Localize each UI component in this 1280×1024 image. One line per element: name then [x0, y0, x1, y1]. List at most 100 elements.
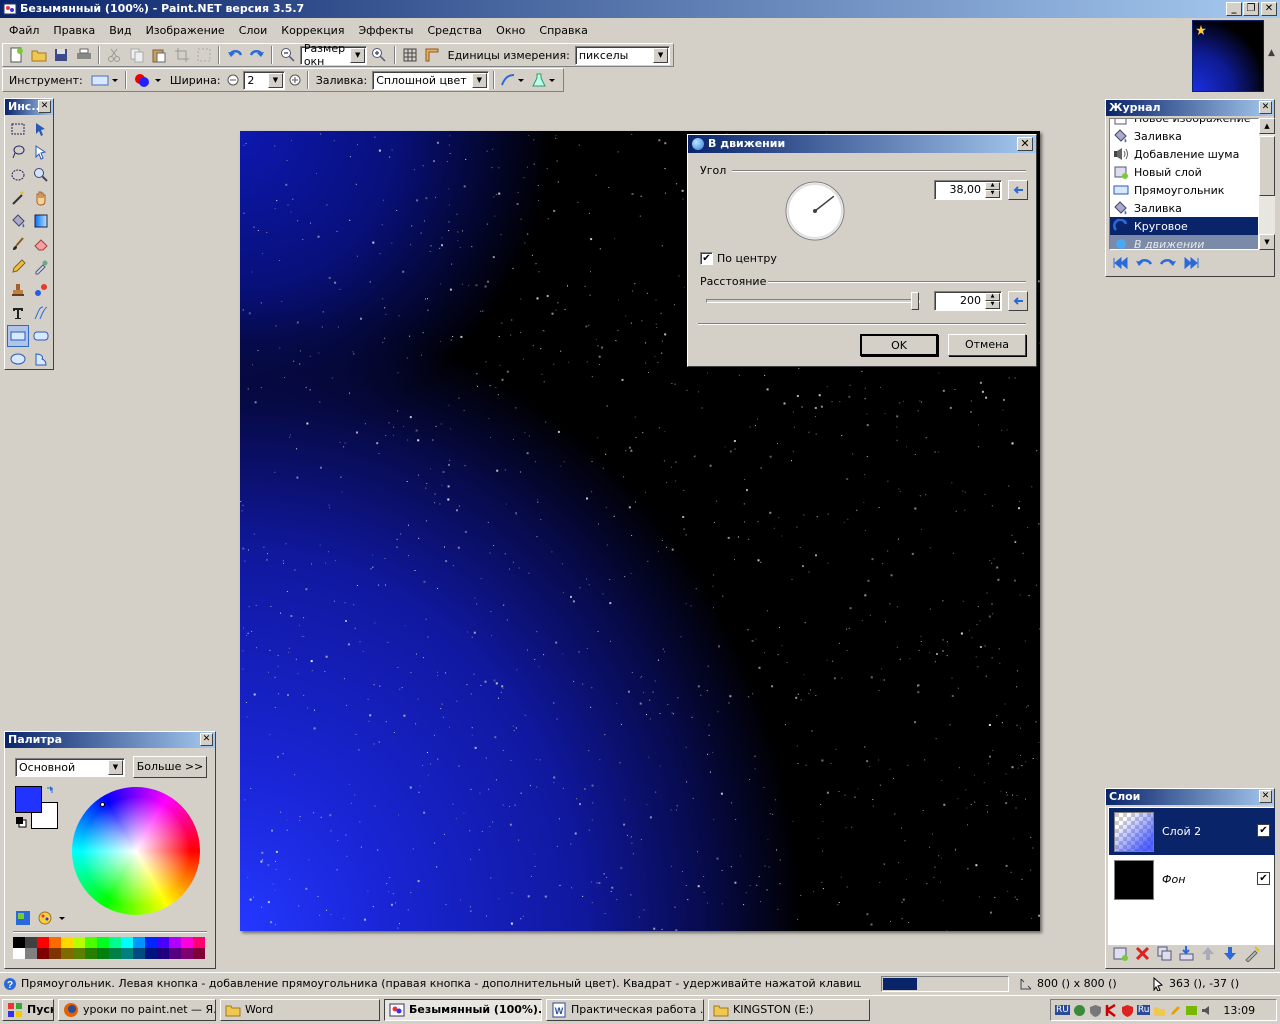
scroll-down-icon[interactable]: ▼ — [1259, 234, 1275, 250]
ok-button[interactable]: OK — [860, 334, 938, 356]
palette-mode-combo[interactable]: Основной ▼ — [15, 758, 125, 777]
chevron-down-icon[interactable]: ▼ — [267, 72, 283, 88]
tool-ellipse[interactable] — [7, 348, 29, 370]
close-icon[interactable]: ✕ — [200, 733, 213, 746]
distance-reset-button[interactable] — [1008, 291, 1028, 311]
zoom-out-button[interactable] — [277, 45, 297, 65]
history-panel-title[interactable]: Журнал ✕ — [1106, 100, 1274, 116]
layer-visibility-checkbox[interactable]: ✔ — [1257, 824, 1270, 837]
layers-panel-title[interactable]: Слои ✕ — [1106, 789, 1274, 805]
grid-toggle-button[interactable] — [400, 45, 420, 65]
tool-line-curve[interactable] — [30, 302, 52, 324]
more-colors-button[interactable]: Больше >> — [133, 756, 207, 778]
spin-up-icon[interactable]: ▲ — [985, 182, 1000, 190]
distance-slider-track[interactable] — [706, 292, 920, 310]
palette-swatch[interactable] — [193, 937, 205, 948]
tool-paint-bucket[interactable] — [7, 210, 29, 232]
layer-properties-icon[interactable] — [1244, 945, 1261, 962]
redo-icon[interactable] — [1159, 255, 1177, 271]
close-icon[interactable]: ✕ — [1259, 790, 1272, 803]
title-bar[interactable]: Безымянный (100%) - Paint.NET версия 3.5… — [0, 0, 1280, 18]
palette-swatch[interactable] — [37, 948, 49, 959]
zoom-in-button[interactable] — [369, 45, 389, 65]
shield-icon[interactable] — [1089, 1004, 1102, 1017]
primary-color-swatch[interactable] — [15, 786, 42, 813]
distance-spinner[interactable]: ▲ ▼ — [985, 293, 1000, 309]
angle-input[interactable]: 38,00 ▲ ▼ — [934, 180, 1002, 200]
palette-swatch[interactable] — [25, 948, 37, 959]
chevron-down-icon[interactable]: ▼ — [108, 760, 123, 775]
history-item[interactable]: Новый слой — [1110, 163, 1258, 181]
close-icon[interactable]: ✕ — [1259, 101, 1272, 114]
tool-move-selected[interactable] — [30, 141, 52, 163]
fast-forward-to-end-icon[interactable] — [1183, 255, 1201, 271]
duplicate-layer-icon[interactable] — [1156, 945, 1173, 962]
zoom-combo[interactable]: Размер окн ▼ — [299, 42, 368, 68]
palette-panel-title[interactable]: Палитра ✕ — [5, 732, 215, 748]
history-item[interactable]: Добавление шума — [1110, 145, 1258, 163]
add-color-icon[interactable] — [15, 910, 31, 926]
taskbar-button-kingston[interactable]: KINGSTON (E:) — [708, 999, 870, 1021]
keyboard-layout-indicator[interactable]: Ru — [1136, 1005, 1151, 1015]
palette-swatch[interactable] — [85, 937, 97, 948]
pen-tray-icon[interactable] — [1169, 1004, 1182, 1017]
palette-swatch[interactable] — [13, 937, 25, 948]
centered-checkbox[interactable]: ✔ — [700, 252, 713, 265]
chevron-down-icon[interactable]: ▼ — [350, 47, 366, 63]
color-mode-button[interactable] — [131, 70, 165, 90]
tool-text[interactable] — [7, 302, 29, 324]
folder-tray-icon[interactable] — [1153, 1004, 1166, 1017]
minimize-button[interactable]: _ — [1226, 2, 1242, 16]
delete-layer-icon[interactable] — [1134, 945, 1151, 962]
copy-button[interactable] — [126, 45, 146, 65]
palette-swatch[interactable] — [13, 948, 25, 959]
scroll-thumb[interactable] — [1259, 136, 1275, 196]
history-item[interactable]: Заливка — [1110, 199, 1258, 217]
palette-swatch[interactable] — [73, 937, 85, 948]
image-thumbnail[interactable] — [1192, 20, 1264, 92]
close-icon[interactable]: ✕ — [38, 100, 51, 113]
dialog-close-button[interactable]: ✕ — [1017, 137, 1033, 151]
tool-pencil[interactable] — [7, 256, 29, 278]
width-decrease-button[interactable] — [226, 70, 242, 90]
palette-swatch[interactable] — [37, 937, 49, 948]
menu-effects[interactable]: Эффекты — [351, 20, 420, 42]
rewind-to-start-icon[interactable] — [1111, 255, 1129, 271]
palette-swatch[interactable] — [169, 937, 181, 948]
tool-clone-stamp[interactable] — [7, 279, 29, 301]
palette-swatch[interactable] — [121, 948, 133, 959]
restore-button[interactable]: ❐ — [1243, 2, 1259, 16]
tool-zoom[interactable] — [30, 164, 52, 186]
palette-swatch[interactable] — [73, 948, 85, 959]
taskbar-button-firefox[interactable]: уроки по paint.net — Я... — [58, 999, 216, 1021]
menu-file[interactable]: Файл — [2, 20, 46, 42]
palette-swatch[interactable] — [145, 948, 157, 959]
color-wheel-picker[interactable] — [100, 802, 105, 807]
width-increase-button[interactable] — [287, 70, 303, 90]
tools-panel-title[interactable]: Инс... ✕ — [5, 99, 53, 115]
history-item[interactable]: Новое изображение — [1110, 119, 1258, 127]
taskbar-button-paintnet[interactable]: Безымянный (100%)... — [384, 999, 542, 1021]
history-item[interactable]: Заливка — [1110, 127, 1258, 145]
distance-slider-thumb[interactable] — [911, 292, 919, 310]
tool-magic-wand[interactable] — [7, 187, 29, 209]
layer-row[interactable]: Фон ✔ — [1109, 856, 1275, 903]
menu-edit[interactable]: Правка — [46, 20, 102, 42]
redo-button[interactable] — [247, 45, 267, 65]
spin-down-icon[interactable]: ▼ — [985, 190, 1000, 198]
palette-swatch[interactable] — [157, 937, 169, 948]
color-wheel[interactable] — [72, 787, 200, 915]
layer-row[interactable]: Слой 2 ✔ — [1109, 808, 1275, 855]
palette-swatch[interactable] — [109, 937, 121, 948]
taskbar-button-word-doc[interactable]: W Практическая работа ... — [546, 999, 704, 1021]
spin-down-icon[interactable]: ▼ — [985, 301, 1000, 309]
move-layer-down-icon[interactable] — [1222, 945, 1239, 962]
angle-dial[interactable] — [784, 180, 846, 242]
history-scrollbar[interactable]: ▲ ▼ — [1259, 118, 1275, 250]
nvidia-icon[interactable] — [1185, 1004, 1198, 1017]
menu-adjustments[interactable]: Коррекция — [274, 20, 351, 42]
crop-button[interactable] — [171, 45, 191, 65]
start-button[interactable]: Пуск — [2, 999, 54, 1021]
antivirus-icon[interactable] — [1105, 1003, 1118, 1017]
security-icon[interactable] — [1121, 1004, 1134, 1017]
